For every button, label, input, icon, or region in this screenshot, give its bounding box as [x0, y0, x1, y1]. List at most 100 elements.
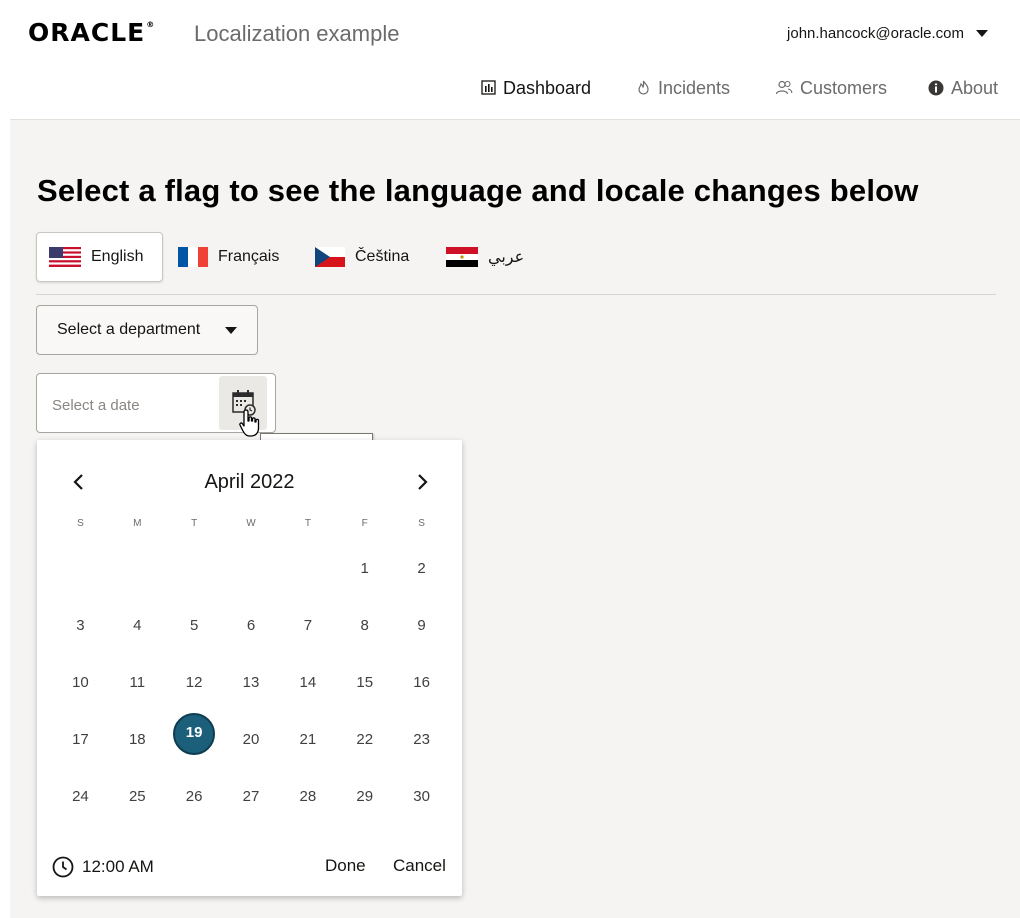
calendar-day-label: 4 [133, 617, 142, 634]
language-arabic-button[interactable]: عربي [446, 232, 524, 282]
tab-label: Incidents [658, 78, 731, 98]
calendar-day[interactable]: 28 [279, 768, 336, 825]
date-picker-footer: 12:00 AM Done Cancel [37, 836, 462, 896]
department-select[interactable]: Select a department [36, 305, 258, 355]
weekday-label: F [361, 518, 368, 529]
done-button[interactable]: Done [325, 856, 366, 876]
date-picker-popup: April 2022 S M T W T F S 1 2 3 4 5 6 7 8 9 10 11 12… [37, 440, 462, 896]
weekday-label: S [77, 518, 84, 529]
calendar-day[interactable]: 29 [336, 768, 393, 825]
france-flag-icon [178, 247, 208, 267]
calendar-day-label: 26 [185, 788, 203, 805]
tab-customers[interactable]: Customers [775, 78, 887, 120]
tab-label: Dashboard [503, 78, 592, 98]
department-select-value: Select a department [57, 321, 201, 338]
weekday-label: T [304, 518, 311, 529]
hand-cursor-icon [239, 409, 260, 437]
calendar-empty-cell [166, 540, 223, 597]
calendar-day[interactable]: 7 [279, 597, 336, 654]
calendar-day[interactable]: 13 [223, 654, 280, 711]
calendar-day[interactable]: 16 [393, 654, 450, 711]
calendar-empty-cell [52, 540, 109, 597]
date-placeholder: Select a date [52, 397, 140, 414]
calendar-day[interactable]: 23 [393, 711, 450, 768]
tab-about[interactable]: About [928, 78, 998, 120]
weekday-label: T [191, 518, 198, 529]
calendar-day[interactable]: 3 [52, 597, 109, 654]
calendar-grid: S M T W T F S 1 2 3 4 5 6 7 8 9 10 11 12 13 14 15 16 17 1… [52, 518, 450, 825]
calendar-day[interactable]: 26 [166, 768, 223, 825]
calendar-day[interactable]: 21 [279, 711, 336, 768]
language-label: Čeština [355, 248, 410, 265]
calendar-day-label: 14 [299, 674, 317, 691]
calendar-day[interactable]: 22 [336, 711, 393, 768]
caret-down-icon[interactable] [976, 30, 988, 37]
time-value: 12:00 AM [82, 857, 154, 876]
calendar-day[interactable]: 9 [393, 597, 450, 654]
calendar-day-label: 19 [185, 724, 203, 741]
month-label[interactable]: April 2022 [37, 471, 462, 494]
calendar-day[interactable]: 2 [393, 540, 450, 597]
calendar-day[interactable]: 25 [109, 768, 166, 825]
language-label: English [91, 248, 144, 265]
chevron-right-icon[interactable] [410, 470, 434, 494]
language-czech-button[interactable]: Čeština [315, 232, 409, 282]
calendar-day[interactable]: 14 [279, 654, 336, 711]
calendar-day-label: 21 [299, 731, 317, 748]
weekday-header: S M T W T F S [52, 518, 450, 540]
clock-icon [52, 856, 74, 878]
calendar-day[interactable]: 8 [336, 597, 393, 654]
language-french-button[interactable]: Français [178, 232, 279, 282]
calendar-day[interactable]: 1 [336, 540, 393, 597]
calendar-day-label: 24 [72, 788, 89, 805]
calendar-weeks: 1 2 3 4 5 6 7 8 9 10 11 12 13 14 15 16 17 18 19 20 21 22 23 24 2… [52, 540, 450, 825]
caret-down-icon [225, 327, 237, 334]
calendar-day[interactable]: 6 [223, 597, 280, 654]
calendar-day[interactable]: 10 [52, 654, 109, 711]
calendar-week-row: 17 18 19 20 21 22 23 [52, 711, 450, 768]
calendar-day-label: 29 [356, 788, 374, 805]
tab-dashboard[interactable]: Dashboard [481, 78, 592, 122]
calendar-day-label: 23 [413, 731, 430, 748]
user-menu[interactable]: john.hancock@oracle.com [787, 25, 964, 42]
calendar-day[interactable]: 20 [223, 711, 280, 768]
app-header: ORACLE® Localization example john.hancoc… [0, 0, 1020, 122]
calendar-day[interactable]: 27 [223, 768, 280, 825]
calendar-day[interactable]: 30 [393, 768, 450, 825]
main-nav: Dashboard Incidents Customers About [0, 78, 1020, 122]
calendar-day[interactable]: 17 [52, 711, 109, 768]
calendar-day[interactable]: 15 [336, 654, 393, 711]
weekday-label: M [133, 518, 142, 529]
people-icon [775, 80, 793, 95]
language-label: عربي [488, 249, 525, 266]
calendar-day[interactable]: 18 [109, 711, 166, 768]
calendar-day-label: 30 [413, 788, 430, 805]
calendar-day[interactable]: 4 [109, 597, 166, 654]
calendar-day[interactable]: 12 [166, 654, 223, 711]
calendar-empty-cell [279, 540, 336, 597]
calendar-day-label: 28 [299, 788, 317, 805]
language-english-button[interactable]: English [36, 232, 163, 282]
weekday-label: W [246, 518, 256, 529]
cancel-button[interactable]: Cancel [393, 856, 446, 876]
calendar-day[interactable]: 11 [109, 654, 166, 711]
calendar-week-row: 12 [52, 540, 450, 597]
tab-label: Customers [800, 78, 888, 98]
calendar-day-label: 17 [72, 731, 89, 748]
calendar-week-row: 10 11 12 13 14 15 16 [52, 654, 450, 711]
calendar-day-label: 20 [242, 731, 260, 748]
calendar-day[interactable]: 19 [166, 711, 223, 768]
calendar-day-label: 5 [189, 617, 199, 634]
calendar-day[interactable]: 5 [166, 597, 223, 654]
calendar-week-row: 24 25 26 27 28 29 30 [52, 768, 450, 825]
calendar-day-label: 2 [417, 560, 426, 577]
calendar-day-label: 11 [129, 674, 146, 691]
calendar-day-label: 6 [246, 617, 256, 634]
calendar-day-label: 25 [128, 788, 146, 805]
calendar-day[interactable]: 24 [52, 768, 109, 825]
time-selector[interactable]: 12:00 AM [52, 856, 154, 878]
calendar-day-label: 15 [356, 674, 374, 691]
tab-incidents[interactable]: Incidents [636, 78, 730, 120]
section-divider [36, 294, 996, 295]
calendar-empty-cell [109, 540, 166, 597]
